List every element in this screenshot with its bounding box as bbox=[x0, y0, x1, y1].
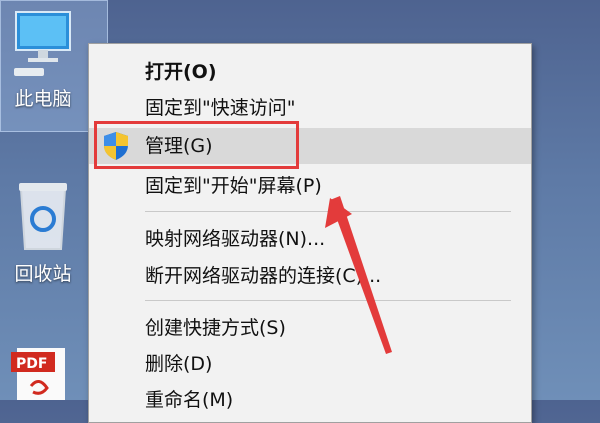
annotation-arrow bbox=[325, 196, 392, 354]
